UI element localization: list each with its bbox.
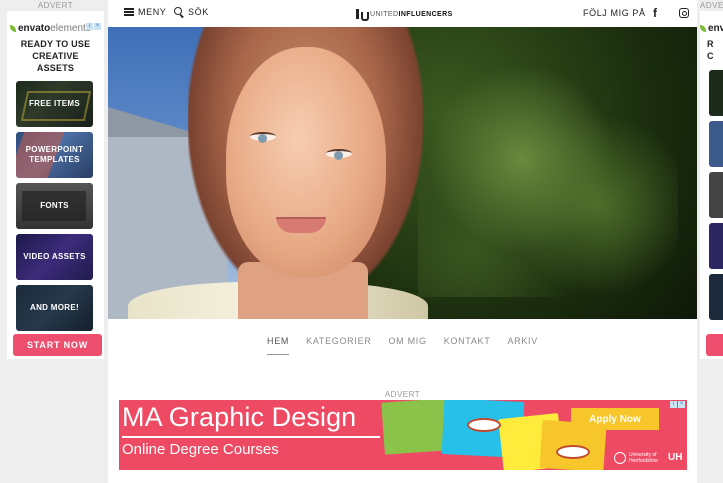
advert-label: ADVERT	[700, 1, 723, 10]
top-bar: MENY SÖK UNITED INFLUENCERS FÖLJ MIG PÅ f	[108, 0, 697, 27]
face	[226, 47, 386, 277]
ad-choices[interactable]: i ×	[86, 23, 101, 30]
instagram-icon[interactable]	[679, 8, 689, 18]
close-icon[interactable]: ×	[678, 401, 685, 408]
leaf-icon	[700, 25, 706, 32]
tile[interactable]	[709, 121, 723, 167]
ad-box[interactable]: envato R C	[700, 11, 723, 359]
main-nav: HEM KATEGORIER OM MIG KONTAKT ARKIV	[108, 336, 697, 355]
tile-powerpoint[interactable]: POWERPOINT TEMPLATES	[16, 132, 93, 178]
tile[interactable]	[709, 172, 723, 218]
tile-and-more[interactable]: AND MORE!	[16, 285, 93, 331]
facebook-icon[interactable]: f	[653, 6, 657, 20]
banner-advert-label: ADVERT	[384, 390, 421, 399]
envato-logo: envato	[700, 23, 723, 34]
hero-image	[108, 27, 697, 319]
eye-right	[326, 149, 352, 160]
close-icon[interactable]: ×	[94, 23, 101, 30]
nav-item-kategorier[interactable]: KATEGORIER	[306, 336, 371, 355]
ad-tagline: READY TO USE CREATIVE ASSETS	[20, 39, 91, 73]
menu-button[interactable]: MENY	[124, 7, 166, 17]
leaf-icon	[10, 25, 16, 32]
adchoices-icon[interactable]: i	[670, 401, 677, 408]
left-side-ad[interactable]: ADVERT envato elements i × READY TO USE C…	[7, 0, 104, 483]
banner-divider	[122, 436, 380, 438]
banner-subheadline: Online Degree Courses	[122, 441, 279, 458]
envato-logo: envato elements	[10, 23, 91, 34]
nav-item-arkiv[interactable]: ARKIV	[507, 336, 538, 355]
nav-item-hem[interactable]: HEM	[267, 336, 290, 355]
start-now-button[interactable]: START NOW	[13, 334, 102, 356]
banner-ad-choices[interactable]: i ×	[670, 401, 685, 408]
apply-now-button[interactable]: Apply Now	[571, 408, 659, 430]
eye-left	[250, 132, 276, 143]
adchoices-icon[interactable]: i	[86, 23, 93, 30]
follow-label: FÖLJ MIG PÅ	[583, 8, 646, 18]
ad-banner[interactable]: MA Graphic Design Online Degree Courses …	[119, 400, 687, 470]
nav-item-om-mig[interactable]: OM MIG	[388, 336, 426, 355]
hamburger-icon	[124, 8, 134, 16]
uni-ring-icon	[614, 452, 626, 464]
university-logo: University of Hertfordshire UH	[614, 452, 682, 464]
start-now-button[interactable]	[706, 334, 723, 356]
tile-free-items[interactable]: FREE ITEMS	[16, 81, 93, 127]
tile-video-assets[interactable]: VIDEO ASSETS	[16, 234, 93, 280]
tile[interactable]	[709, 70, 723, 116]
mask-icon	[467, 418, 501, 432]
tile-fonts[interactable]: FONTS	[16, 183, 93, 229]
ad-box[interactable]: envato elements i × READY TO USE CREATIVE…	[7, 11, 104, 359]
brand-mark-icon	[356, 9, 369, 21]
main-content: MENY SÖK UNITED INFLUENCERS FÖLJ MIG PÅ f…	[108, 0, 697, 483]
search-button[interactable]: SÖK	[174, 7, 209, 17]
right-side-ad[interactable]: ADVERT envato R C	[700, 0, 723, 483]
mask-icon	[556, 445, 590, 459]
site-logo[interactable]: UNITED INFLUENCERS	[356, 9, 453, 21]
ad-tagline: R C	[707, 39, 714, 61]
advert-label: ADVERT	[37, 1, 74, 10]
nav-item-kontakt[interactable]: KONTAKT	[444, 336, 491, 355]
banner-artwork: Apply Now University of Hertfordshire UH	[381, 400, 687, 470]
tile[interactable]	[709, 223, 723, 269]
tile[interactable]	[709, 274, 723, 320]
search-icon	[174, 7, 184, 17]
banner-headline: MA Graphic Design	[122, 402, 357, 432]
